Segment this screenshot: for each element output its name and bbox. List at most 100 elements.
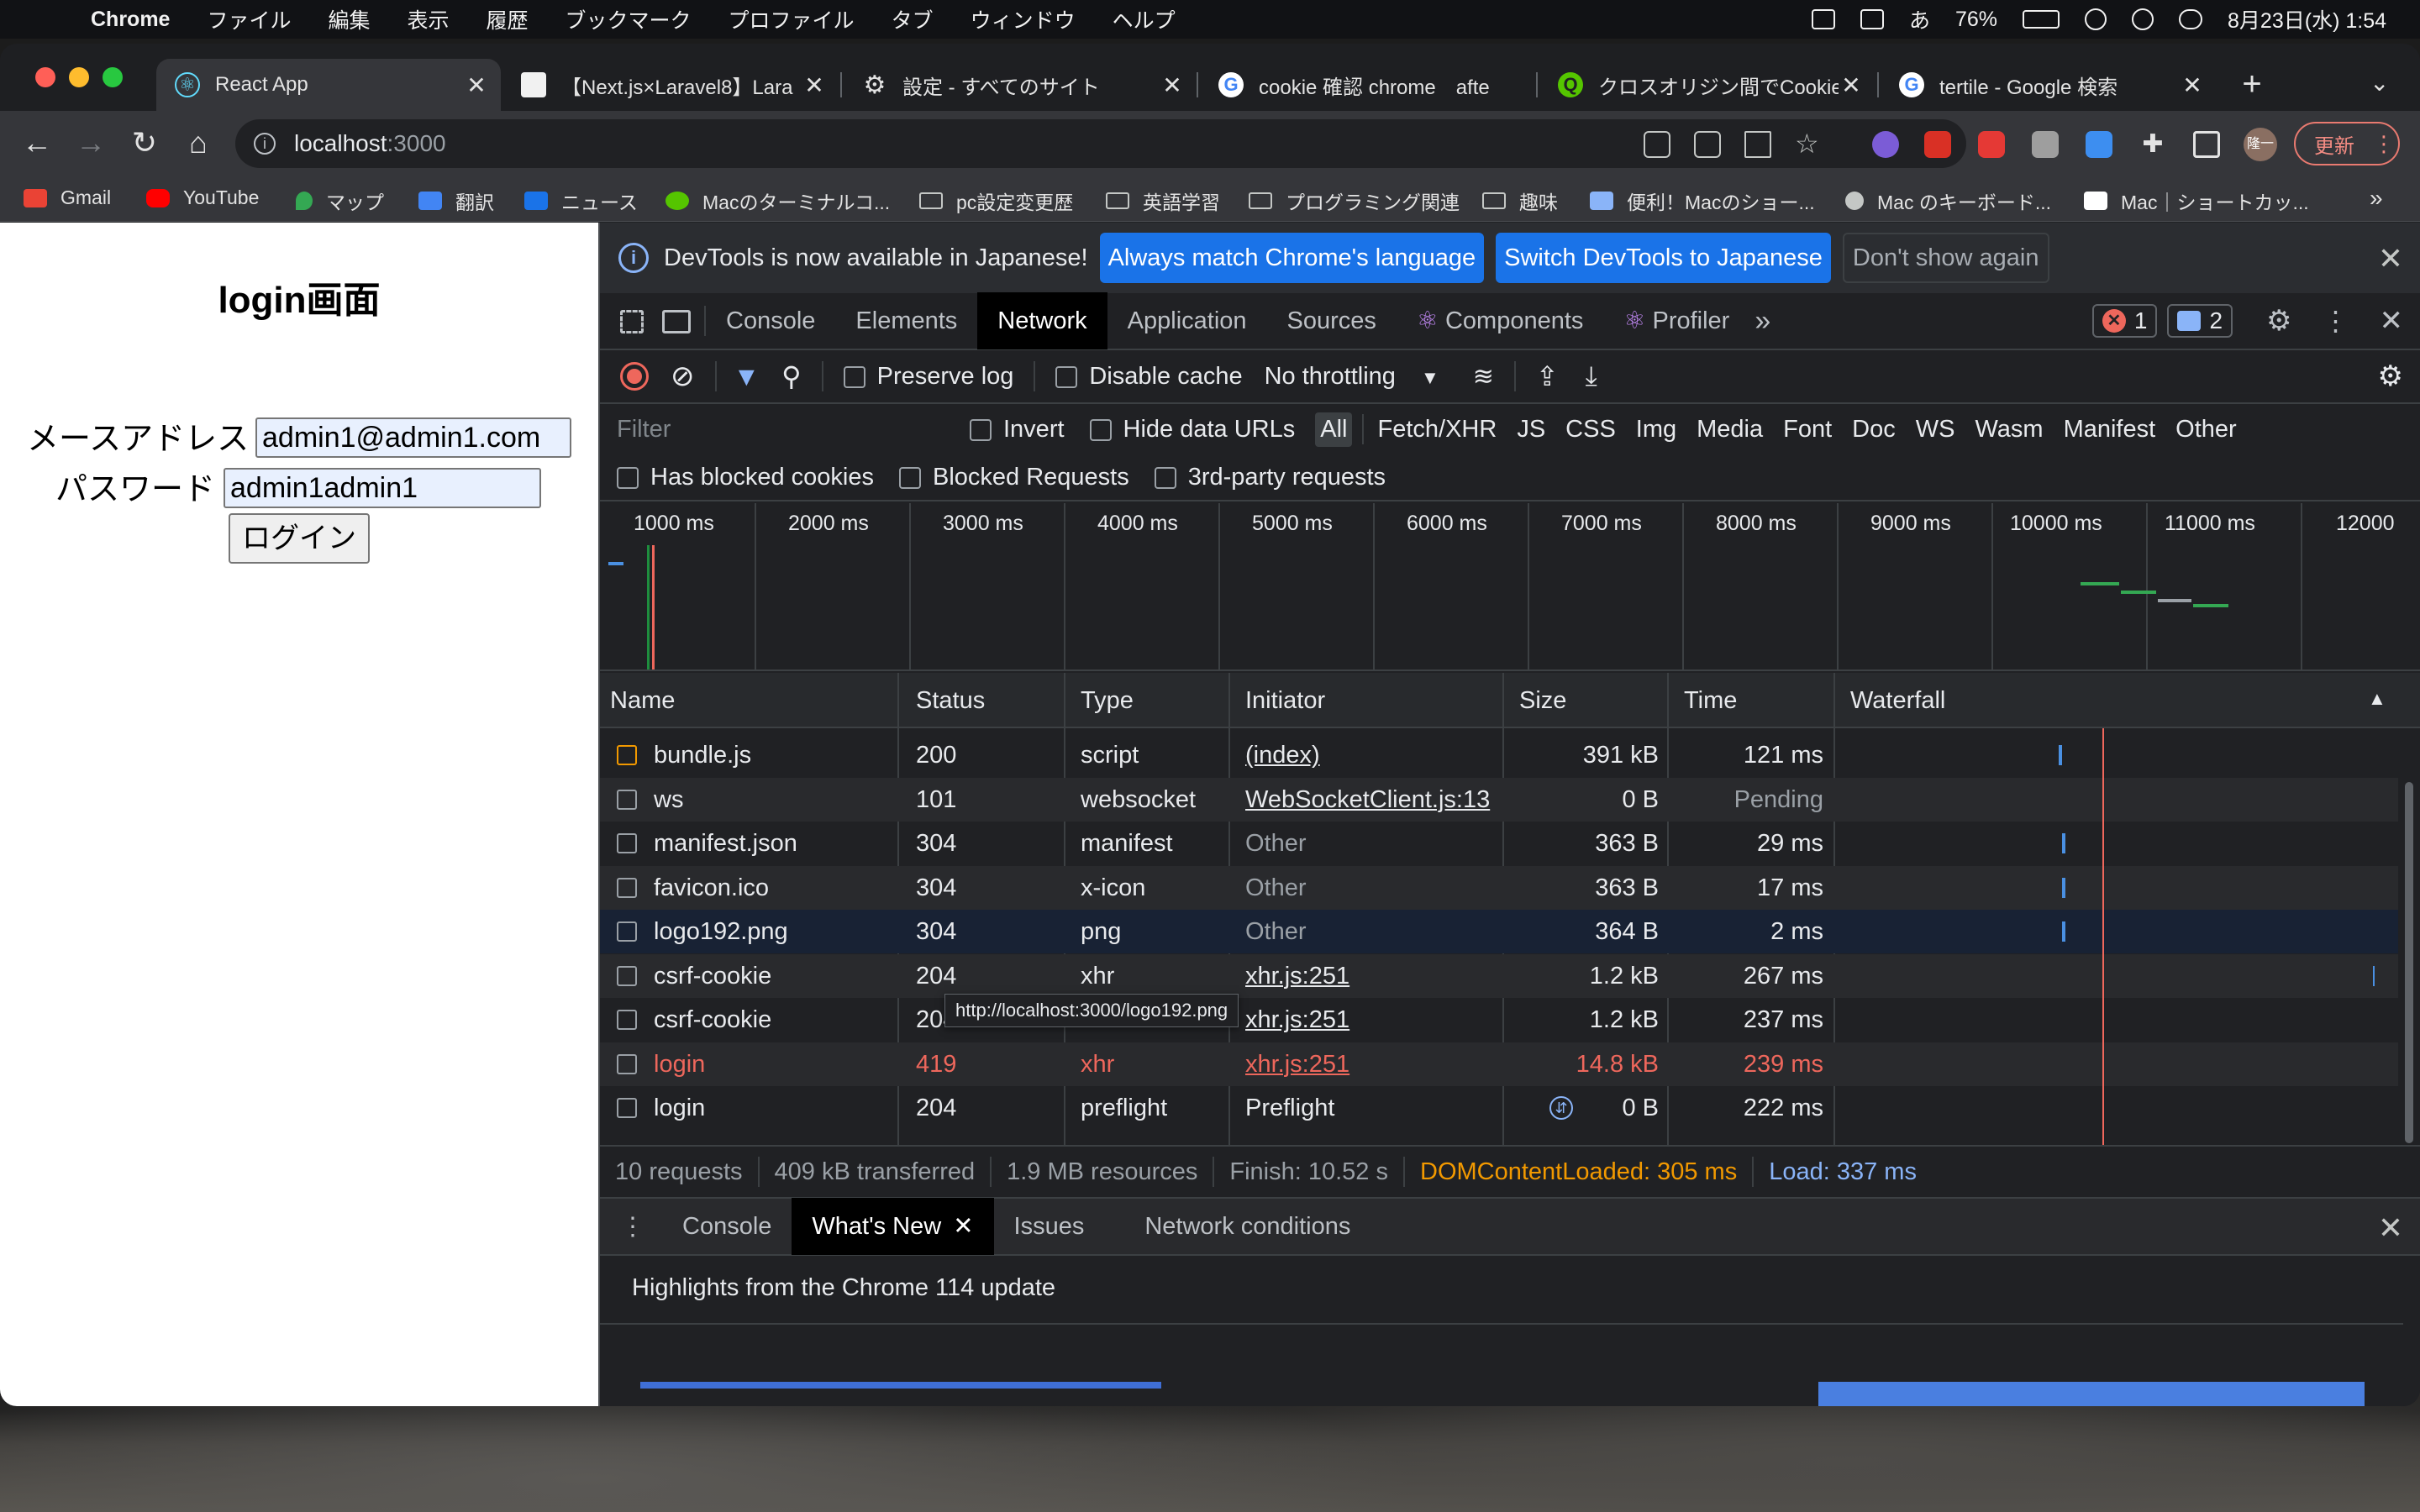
translate-page-icon[interactable] xyxy=(1694,131,1721,158)
sort-ascending-icon[interactable]: ▲ xyxy=(2368,688,2386,710)
filter-type-img[interactable]: Img xyxy=(1636,416,1676,444)
update-chrome-button[interactable]: 更新 ⋮ xyxy=(2294,122,2400,165)
network-overview-timeline[interactable]: 1000 ms 2000 ms 3000 ms 4000 ms 5000 ms … xyxy=(600,503,2420,671)
menubar-item-edit[interactable]: 編集 xyxy=(328,4,370,34)
bookmark-mac-shortcuts[interactable]: 便利！Macのショー... xyxy=(1590,186,1815,215)
table-scrollbar-thumb[interactable] xyxy=(2405,782,2413,1143)
filter-type-ws[interactable]: WS xyxy=(1916,416,1955,444)
more-bookmarks-chevron-icon[interactable]: » xyxy=(2370,185,2383,212)
search-icon[interactable]: ⚲ xyxy=(781,360,801,392)
filter-type-manifest[interactable]: Manifest xyxy=(2064,416,2156,444)
table-row[interactable]: csrf-cookie 204 xhr xhr.js:251 1.2 kB 267 ms xyxy=(600,953,2398,998)
import-har-upload-icon[interactable]: ⇪ xyxy=(1536,360,1559,392)
bookmark-mac-terminal[interactable]: Macのターミナルコ... xyxy=(666,186,890,215)
address-bar[interactable]: i localhost :3000 ☆ xyxy=(235,119,1966,168)
menubar-item-profiles[interactable]: プロファイル xyxy=(729,4,855,34)
extension-react-devtools-icon[interactable] xyxy=(1872,131,1899,158)
side-panel-icon[interactable] xyxy=(2193,131,2220,158)
error-count-badge[interactable]: ✕ 1 xyxy=(2091,304,2158,338)
table-row[interactable]: login 204 preflight Preflight 0 B 222 ms ⇵ xyxy=(600,1086,2398,1130)
close-window-button[interactable] xyxy=(35,67,55,87)
bookmark-translate[interactable]: 翻訳 xyxy=(418,186,494,215)
filter-type-media[interactable]: Media xyxy=(1697,416,1763,444)
dont-show-again-button[interactable]: Don't show again xyxy=(1842,233,2049,283)
settings-gear-icon[interactable]: ⚙ xyxy=(2266,304,2291,338)
network-conditions-wifi-icon[interactable]: ≋ xyxy=(1473,362,1494,391)
menubar-clock[interactable]: 8月23日(水) 1:54 xyxy=(2228,4,2386,34)
filter-input[interactable]: Filter xyxy=(608,411,944,448)
bookmark-folder-hobby[interactable]: 趣味 xyxy=(1482,186,1558,215)
menubar-item-tab[interactable]: タブ xyxy=(892,4,934,34)
tab-react-app[interactable]: ⚛ React App ✕ xyxy=(156,59,501,111)
extension-gray-icon[interactable] xyxy=(2032,131,2059,158)
table-row[interactable]: ws 101 websocket WebSocketClient.js:13 0 B Pe… xyxy=(600,777,2398,822)
device-toolbar-icon[interactable] xyxy=(662,307,691,335)
filter-type-other[interactable]: Other xyxy=(2175,416,2237,444)
column-waterfall[interactable]: Waterfall xyxy=(1840,673,1945,728)
battery-icon[interactable] xyxy=(2023,10,2060,29)
menubar-item-bookmarks[interactable]: ブックマーク xyxy=(566,4,692,34)
record-icon[interactable] xyxy=(620,362,649,391)
profile-avatar[interactable]: 隆一 xyxy=(2244,128,2277,161)
bookmark-maps[interactable]: マップ xyxy=(296,186,384,215)
tab-network[interactable]: Network xyxy=(977,292,1107,349)
table-row[interactable]: favicon.ico 304 x-icon Other 363 B 17 ms xyxy=(600,865,2398,910)
close-tab-icon[interactable]: ✕ xyxy=(2180,71,2205,99)
column-initiator[interactable]: Initiator xyxy=(1235,673,1325,728)
filter-type-doc[interactable]: Doc xyxy=(1852,416,1896,444)
column-name[interactable]: Name xyxy=(600,673,675,728)
menubar-item-file[interactable]: ファイル xyxy=(207,4,291,34)
drawer-tab-issues[interactable]: Issues xyxy=(994,1198,1105,1255)
export-har-download-icon[interactable]: ⤓ xyxy=(1586,360,1597,392)
close-tab-icon[interactable]: ✕ xyxy=(1160,71,1185,99)
close-tab-icon[interactable]: ✕ xyxy=(802,71,827,99)
bookmark-mac-keyboard[interactable]: Mac のキーボード... xyxy=(1845,186,2051,215)
column-type[interactable]: Type xyxy=(1071,673,1134,728)
column-status[interactable]: Status xyxy=(906,673,985,728)
network-settings-gear-icon[interactable]: ⚙ xyxy=(2378,360,2403,393)
request-initiator[interactable]: WebSocketClient.js:13 xyxy=(1235,778,1504,822)
menubar-item-window[interactable]: ウィンドウ xyxy=(971,4,1076,34)
tab-profiler[interactable]: ⚛ Profiler xyxy=(1603,292,1749,349)
invert-checkbox[interactable]: Invert xyxy=(970,416,1065,444)
tab-cross-origin-cookie[interactable]: Q クロスオリジン間でCookie ✕ xyxy=(1539,59,1876,111)
throttling-select[interactable]: No throttling ▼ xyxy=(1265,363,1439,391)
install-app-icon[interactable] xyxy=(1644,131,1670,158)
request-initiator[interactable]: xhr.js:251 xyxy=(1235,998,1504,1042)
bookmark-folder-pc-settings[interactable]: pc設定変更歴 xyxy=(919,186,1073,215)
control-center-icon[interactable] xyxy=(2179,9,2203,29)
close-tab-icon[interactable]: ✕ xyxy=(464,71,489,99)
extensions-puzzle-icon[interactable]: ✚ xyxy=(2139,131,2166,158)
minimize-window-button[interactable] xyxy=(69,67,89,87)
new-tab-icon[interactable]: + xyxy=(2235,66,2269,103)
tab-application[interactable]: Application xyxy=(1107,292,1267,349)
extension-video-icon[interactable] xyxy=(1978,131,2005,158)
site-info-icon[interactable]: i xyxy=(254,133,276,155)
close-icon[interactable]: ✕ xyxy=(2378,241,2403,276)
input-method-icon[interactable]: あ xyxy=(1909,4,1930,34)
screen-mirroring-icon[interactable] xyxy=(1860,9,1884,29)
bookmark-folder-programming[interactable]: プログラミング関連 xyxy=(1249,186,1460,215)
tab-search-chevron-icon[interactable]: ⌄ xyxy=(2370,69,2389,97)
tab-nextjs-laravel[interactable]: 【Next.js×Laravel8】Lara ✕ xyxy=(502,59,839,111)
filter-type-js[interactable]: JS xyxy=(1517,416,1545,444)
request-initiator[interactable]: (index) xyxy=(1235,733,1504,777)
reload-icon[interactable]: ↻ xyxy=(128,126,161,160)
tab-sources[interactable]: Sources xyxy=(1267,292,1397,349)
clear-icon[interactable]: ⊘ xyxy=(671,360,695,393)
tab-components[interactable]: ⚛ Components xyxy=(1397,292,1604,349)
drawer-tab-console[interactable]: Console xyxy=(662,1198,792,1255)
forward-arrow-icon[interactable]: → xyxy=(74,126,108,160)
share-icon[interactable] xyxy=(1744,131,1771,158)
filter-type-all[interactable]: All xyxy=(1315,412,1353,447)
bookmark-mac-shortcut-list[interactable]: Mac｜ショートカッ... xyxy=(2084,186,2309,215)
third-party-requests-checkbox[interactable]: 3rd-party requests xyxy=(1154,464,1386,491)
close-devtools-icon[interactable]: ✕ xyxy=(2380,304,2404,338)
wifi-icon[interactable] xyxy=(2085,8,2107,30)
bookmark-star-icon[interactable]: ☆ xyxy=(1795,130,1822,158)
filter-funnel-icon[interactable]: ▼ xyxy=(734,361,760,392)
drawer-tab-network-conditions[interactable]: Network conditions xyxy=(1124,1198,1370,1255)
article-heading-cutoff[interactable] xyxy=(640,1382,1161,1406)
more-tabs-chevron-icon[interactable]: » xyxy=(1754,305,1770,338)
tab-cookie-search[interactable]: G cookie 確認 chrome afte xyxy=(1200,59,1536,111)
